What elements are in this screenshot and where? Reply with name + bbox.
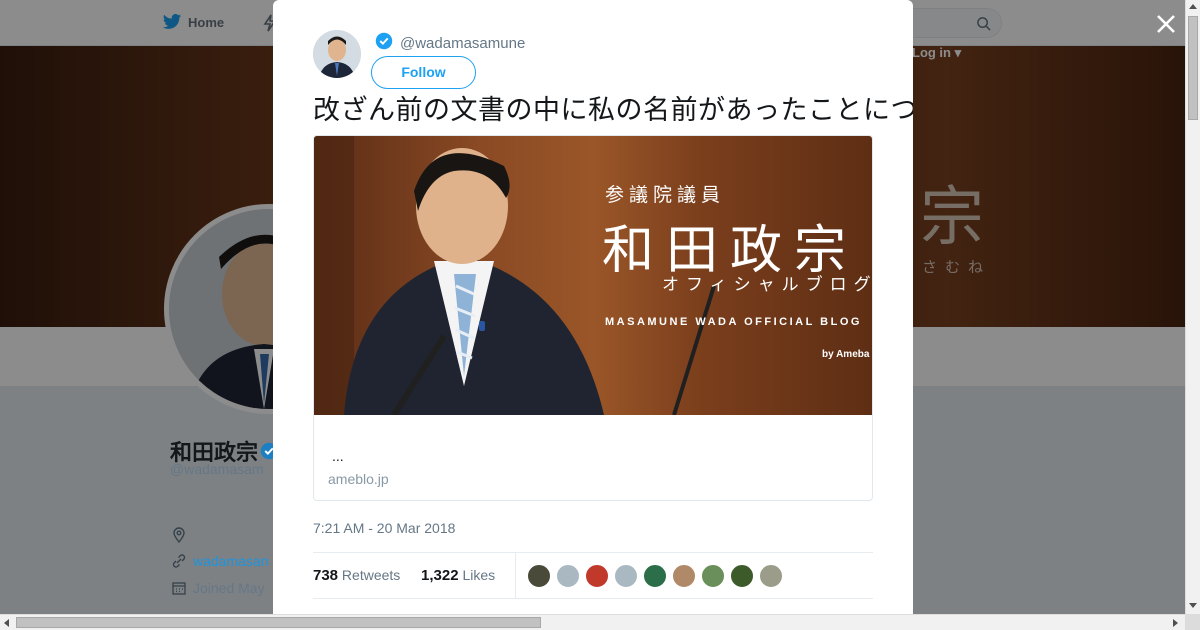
card-image-english: MASAMUNE WADA OFFICIAL BLOG [605, 316, 862, 328]
vertical-scrollbar[interactable] [1185, 0, 1200, 614]
link-card[interactable]: 参議院議員 和田政宗 オフィシャルブログ MASAMUNE WADA OFFIC… [313, 135, 873, 501]
liker-avatar[interactable] [614, 564, 638, 588]
tweet-avatar[interactable] [313, 30, 361, 78]
tweet-modal: @wadamasamune Follow 改ざん前の文書の中に私の名前があったこ… [273, 0, 913, 614]
close-icon[interactable] [1154, 12, 1178, 36]
liker-avatar[interactable] [643, 564, 667, 588]
liker-avatar[interactable] [556, 564, 580, 588]
scroll-right-arrow-icon[interactable] [1173, 619, 1178, 627]
card-description: ... [332, 448, 344, 464]
verified-icon [375, 32, 393, 50]
stats-divider [515, 553, 516, 598]
liker-avatar[interactable] [701, 564, 725, 588]
card-domain: ameblo.jp [328, 471, 389, 487]
retweet-stat[interactable]: 738 Retweets [313, 567, 400, 584]
tweet-handle[interactable]: @wadamasamune [400, 35, 525, 52]
scrollbar-corner [1185, 614, 1200, 630]
liker-avatar[interactable] [585, 564, 609, 588]
profile-handle: @wadamasam [170, 461, 264, 477]
card-image: 参議院議員 和田政宗 オフィシャルブログ MASAMUNE WADA OFFIC… [314, 136, 872, 415]
avatar-photo [313, 30, 361, 78]
liker-avatar[interactable] [759, 564, 783, 588]
profile-joined: Joined May [171, 580, 265, 596]
card-image-title-small: 参議院議員 [605, 184, 726, 206]
liker-avatar[interactable] [730, 564, 754, 588]
like-stat[interactable]: 1,322 Likes [421, 567, 495, 584]
scroll-up-arrow-icon[interactable] [1189, 4, 1197, 9]
link-icon [172, 554, 186, 568]
tweet-stats: 738 Retweets 1,322 Likes [313, 552, 873, 599]
follow-button[interactable]: Follow [371, 56, 476, 89]
card-image-subtitle: オフィシャルブログ [662, 275, 872, 294]
location-icon [173, 527, 185, 543]
liker-avatar[interactable] [672, 564, 696, 588]
calendar-icon [172, 582, 186, 595]
liker-avatars [527, 564, 783, 588]
vertical-scroll-thumb[interactable] [1188, 16, 1198, 120]
tweet-timestamp[interactable]: 7:21 AM - 20 Mar 2018 [313, 520, 455, 536]
scroll-down-arrow-icon[interactable] [1189, 603, 1197, 608]
profile-link[interactable]: wadamasan [171, 553, 269, 569]
card-image-by: by Ameba [822, 349, 870, 360]
tweet-text: 改ざん前の文書の中に私の名前があったことについて、ブログにまとめました。是非ご覧… [313, 95, 913, 125]
horizontal-scroll-thumb[interactable] [16, 617, 541, 628]
liker-avatar[interactable] [527, 564, 551, 588]
scroll-left-arrow-icon[interactable] [4, 619, 9, 627]
horizontal-scrollbar[interactable] [0, 614, 1185, 630]
